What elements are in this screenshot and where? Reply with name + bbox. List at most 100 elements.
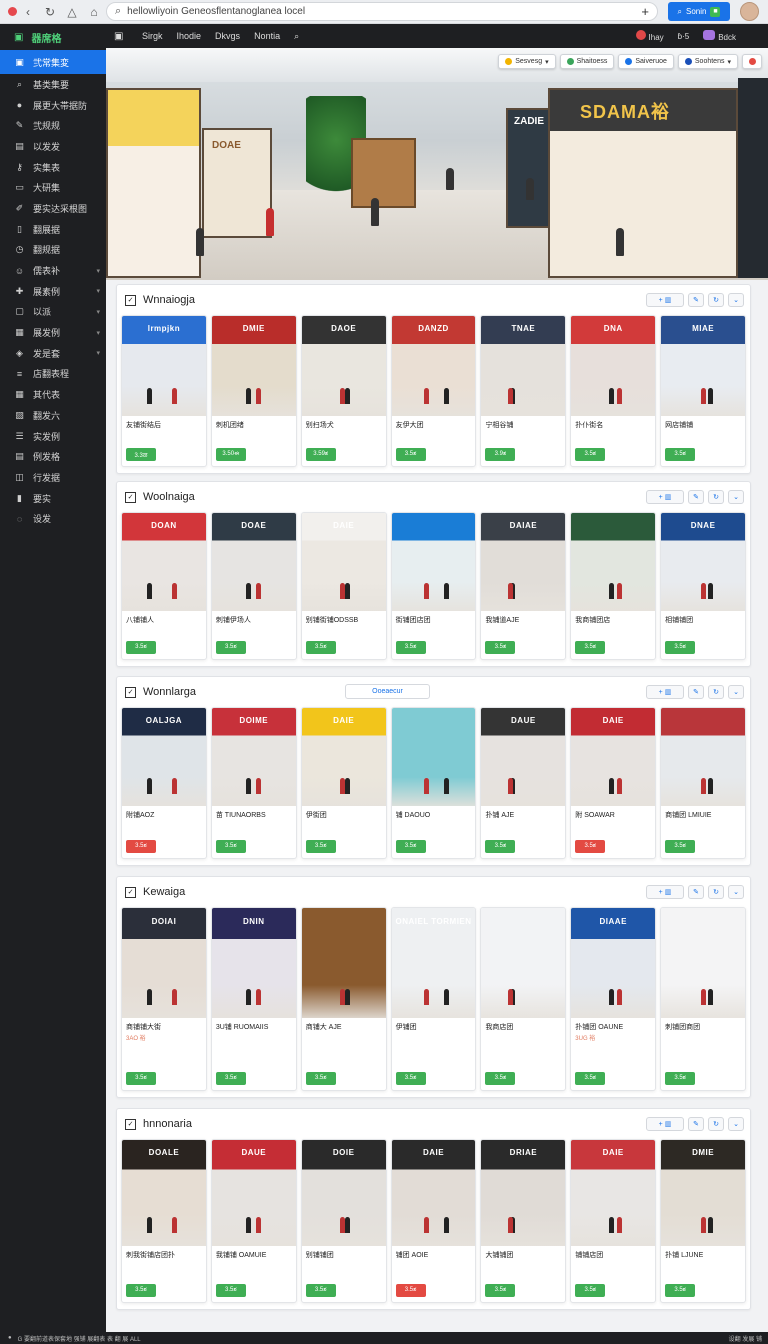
product-card[interactable]: DAOE 别扫场犬 3.59ಶ (300, 315, 387, 467)
product-image[interactable]: DNA (571, 316, 656, 416)
product-image[interactable]: DAIE (301, 513, 386, 611)
product-title[interactable]: 伊铺团 (392, 1018, 476, 1032)
product-card[interactable]: DOIAI 商铺铺大街 3AO 裕 3.5ಶ (121, 907, 207, 1091)
product-title[interactable]: 铺 DAOUO (392, 806, 476, 820)
sidebar-item-6[interactable]: ⚷ 实集表 (0, 157, 106, 178)
product-card[interactable]: DOIME 苗 TIUNAORBS 3.5ಶ (210, 707, 297, 859)
product-image[interactable]: DAIE (301, 708, 386, 806)
product-image[interactable]: DOAE (211, 513, 296, 611)
price-button[interactable]: 3.5ಶ (305, 641, 336, 654)
product-card[interactable]: 商铺团 LMIUIE 3.5ಶ (660, 707, 747, 859)
product-card[interactable]: DMIE 扑铺 LJUNE 3.5ಶ (660, 1139, 747, 1303)
product-title[interactable]: 刺我街铺店团扑 (122, 1246, 206, 1260)
product-image[interactable] (571, 513, 656, 611)
product-image[interactable]: DAUE (481, 708, 566, 806)
sidebar-item-4[interactable]: ✎ 弐规规 (0, 115, 106, 136)
product-card[interactable]: lrmpjkn 友铺街结后 3.3ळ (121, 315, 207, 467)
price-button[interactable]: 3.5ಶ (395, 840, 426, 853)
sidebar-header[interactable]: ▣ 器席格 (0, 24, 106, 50)
product-image[interactable]: DMIE (211, 316, 296, 416)
product-card[interactable]: DNIN 3U铺 RUOMAIIS 3.5ಶ (210, 907, 297, 1091)
hero-chip-more[interactable] (742, 54, 762, 69)
price-button[interactable]: 3.5ಶ (575, 448, 606, 461)
product-image[interactable]: DANZD (391, 316, 476, 416)
layout-icon[interactable]: ▣ (114, 31, 128, 42)
product-title[interactable]: 刺铺伊场人 (212, 611, 296, 625)
price-button[interactable]: 3.5ಶ (215, 840, 246, 853)
price-button[interactable]: 3.5ಶ (126, 1284, 156, 1297)
sidebar-item-22[interactable]: ▮ 要实 (0, 488, 106, 509)
price-button[interactable]: 3.9ಶ (485, 448, 516, 461)
price-button[interactable]: 3.5ಶ (395, 641, 426, 654)
price-button[interactable]: 3.59ಶ (305, 448, 336, 461)
sidebar-item-8[interactable]: ✐ 要实达采根图 (0, 198, 106, 219)
product-title[interactable]: 我商铺团店 (571, 611, 655, 625)
product-image[interactable]: DAIE (391, 1140, 476, 1246)
sidebar-item-3[interactable]: ● 展更大帯据防 (0, 95, 106, 116)
notify-button[interactable]: Ihay (635, 30, 664, 42)
price-button[interactable]: 3.5ಶ (575, 840, 606, 853)
reload-icon[interactable]: ↻ (39, 5, 61, 19)
hero-chip-2[interactable]: Shaitoess (559, 54, 615, 69)
product-card[interactable]: DOAN 八铺铺人 3.5ಶ (121, 512, 207, 660)
product-title[interactable]: 别铺街铺ODSSB (302, 611, 386, 625)
price-button[interactable]: 3.5ಶ (395, 1284, 426, 1297)
toolbar-link-3[interactable]: Dkvgs (215, 31, 240, 41)
edit-icon[interactable]: ✎ (688, 293, 704, 307)
sidebar-item-9[interactable]: ▯ 翻展据 (0, 219, 106, 240)
price-button[interactable]: 3.5ಶ (305, 840, 336, 853)
product-title[interactable]: 铺铺店团 (571, 1246, 655, 1260)
price-button[interactable]: 3.5ಶ (575, 641, 606, 654)
edit-icon[interactable]: ✎ (688, 1117, 704, 1131)
price-button[interactable]: 3.50ಈ (215, 448, 246, 461)
price-button[interactable]: 3.5ಶ (395, 1072, 426, 1085)
product-title[interactable]: 扑铺团 OAUNE (571, 1018, 655, 1032)
product-card[interactable]: TNAE 宁相谷铺 3.9ಶ (480, 315, 567, 467)
price-button[interactable]: 3.5ಶ (395, 448, 426, 461)
product-title[interactable]: 铺团 AOIE (392, 1246, 476, 1260)
sidebar-item-11[interactable]: ☺ 儒表补 ▾ (0, 260, 106, 281)
sidebar-item-12[interactable]: ✚ 展素例 ▾ (0, 281, 106, 302)
product-image[interactable]: DRIAE (481, 1140, 566, 1246)
product-image[interactable]: DOIE (301, 1140, 386, 1246)
back-icon[interactable]: ‹ (17, 5, 39, 19)
hero-chip-1[interactable]: Sesvesg ▾ (498, 54, 556, 69)
sidebar-item-21[interactable]: ◫ 行发据 (0, 467, 106, 488)
product-card[interactable]: DANZD 友伊大团 3.5ಶ (390, 315, 477, 467)
price-button[interactable]: 3.5ಶ (575, 1072, 606, 1085)
product-title[interactable]: 八铺铺人 (122, 611, 206, 625)
product-title[interactable]: 我商店团 (481, 1018, 565, 1032)
sidebar-item-23[interactable]: ◌ 设发 (0, 508, 106, 529)
product-image[interactable]: DAIAE (481, 513, 566, 611)
product-card[interactable]: 我商铺团店 3.5ಶ (570, 512, 657, 660)
edit-icon[interactable]: ✎ (688, 885, 704, 899)
sidebar-item-18[interactable]: ▨ 翻发六 (0, 405, 106, 426)
product-title[interactable]: 街铺团店团 (392, 611, 476, 625)
hero-chip-3[interactable]: Saiveruoe (618, 54, 674, 69)
product-image[interactable] (391, 513, 476, 611)
back-button[interactable]: Bdck (703, 30, 736, 42)
product-card[interactable]: DAIE 伊街团 3.5ಶ (300, 707, 387, 859)
price-button[interactable]: 3.5ಶ (485, 1284, 516, 1297)
price-button[interactable]: 3.5ಶ (575, 1284, 606, 1297)
product-card[interactable]: DNA 扑仆街名 3.5ಶ (570, 315, 657, 467)
product-image[interactable]: lrmpjkn (122, 316, 206, 416)
sidebar-item-5[interactable]: ▤ 以发发 (0, 136, 106, 157)
share-icon[interactable]: ↻ (708, 490, 724, 504)
price-button[interactable]: 3.5ಶ (215, 1072, 246, 1085)
product-card[interactable]: 铺 DAOUO 3.5ಶ (390, 707, 477, 859)
price-button[interactable]: 3.5ಶ (126, 641, 156, 654)
new-tab-icon[interactable]: + (641, 4, 649, 19)
price-button[interactable]: 3.5ಶ (215, 641, 246, 654)
collapse-icon[interactable]: ⌄ (728, 1117, 744, 1131)
product-card[interactable]: DIAAE 扑铺团 OAUNE 3UG 裕 3.5ಶ (570, 907, 657, 1091)
price-button[interactable]: 3.3ळ (126, 448, 156, 461)
product-card[interactable]: DOIE 别铺铺团 3.5ಶ (300, 1139, 387, 1303)
sidebar-item-17[interactable]: ▦ 其代表 (0, 384, 106, 405)
product-title[interactable]: 相铺铺团 (661, 611, 745, 625)
product-title[interactable]: 商铺团 LMIUIE (661, 806, 745, 820)
count-button[interactable]: ɓ·5 (678, 32, 690, 41)
product-card[interactable]: DAUE 我铺铺 OAMUIE 3.5ಶ (210, 1139, 297, 1303)
product-image[interactable]: DOIME (211, 708, 296, 806)
sidebar-item-7[interactable]: ▭ 大研集 (0, 177, 106, 198)
